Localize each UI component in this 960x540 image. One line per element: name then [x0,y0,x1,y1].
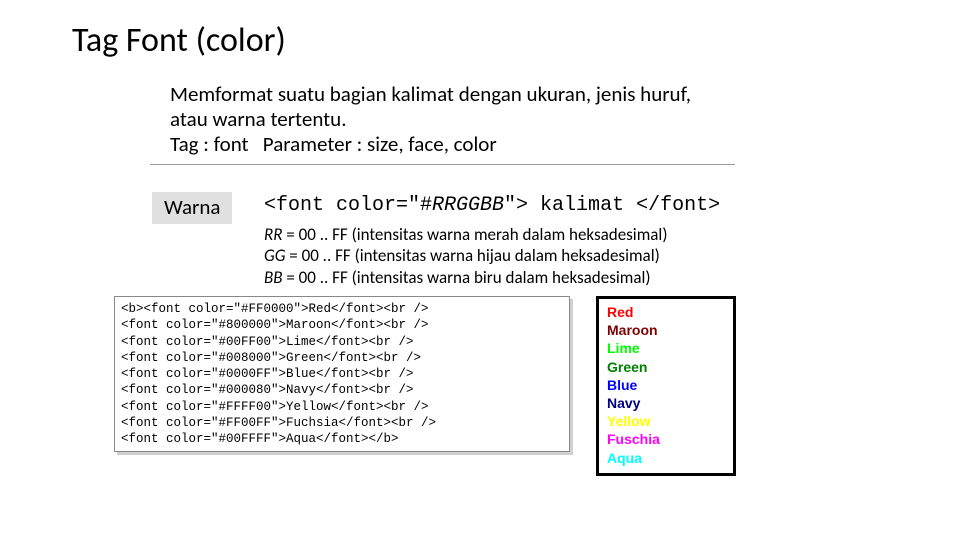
desc-text-1: Memformat suatu bagian kalimat dengan uk… [170,81,691,132]
page-title: Tag Font (color) [72,20,286,61]
code-line: <b><font color="#FF0000">Red</font><br /… [121,301,563,317]
explain-rr: RR = 00 .. FF (intensitas warna merah da… [264,224,668,245]
syntax-var: RRGGBB [432,194,504,217]
code-line: <font color="#00FF00">Lime</font><br /> [121,334,563,350]
out-green: Green [607,358,725,376]
code-box: <b><font color="#FF0000">Red</font><br /… [114,296,570,452]
syntax-close: "> kalimat </font> [504,194,720,217]
description-block: Memformat suatu bagian kalimat dengan uk… [170,82,710,158]
divider [150,164,735,165]
code-line: <font color="#FFFF00">Yellow</font><br /… [121,399,563,415]
code-line: <font color="#0000FF">Blue</font><br /> [121,366,563,382]
explain-bb: BB = 00 .. FF (intensitas warna biru dal… [264,267,668,288]
out-fuschia: Fuschia [607,430,725,448]
out-aqua: Aqua [607,449,725,467]
syntax-line: <font color="#RRGGBB"> kalimat </font> [264,194,720,217]
warna-label: Warna [152,192,232,224]
out-navy: Navy [607,394,725,412]
code-line: <font color="#800000">Maroon</font><br /… [121,317,563,333]
explain-block: RR = 00 .. FF (intensitas warna merah da… [264,224,668,288]
code-line: <font color="#000080">Navy</font><br /> [121,382,563,398]
out-maroon: Maroon [607,321,725,339]
desc-text-2: Tag : font Parameter : size, face, color [170,131,497,157]
out-red: Red [607,303,725,321]
code-line: <font color="#008000">Green</font><br /> [121,350,563,366]
out-yellow: Yellow [607,412,725,430]
code-line: <font color="#FF00FF">Fuchsia</font><br … [121,415,563,431]
code-line: <font color="#00FFFF">Aqua</font></b> [121,431,563,447]
out-blue: Blue [607,376,725,394]
explain-gg-var: GG [264,245,285,266]
explain-rr-var: RR [264,224,282,245]
explain-gg-text: = 00 .. FF (intensitas warna hijau dalam… [285,245,659,266]
explain-bb-text: = 00 .. FF (intensitas warna biru dalam … [283,267,651,288]
explain-bb-var: BB [264,267,283,288]
explain-gg: GG = 00 .. FF (intensitas warna hijau da… [264,245,668,266]
syntax-open: <font color="# [264,194,432,217]
out-lime: Lime [607,339,725,357]
explain-rr-text: = 00 .. FF (intensitas warna merah dalam… [282,224,667,245]
output-box: Red Maroon Lime Green Blue Navy Yellow F… [596,296,736,476]
